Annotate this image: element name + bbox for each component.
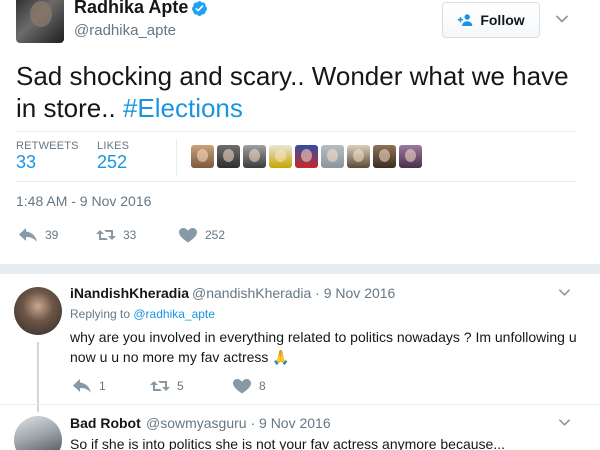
liker-avatar[interactable] (269, 145, 292, 168)
follow-person-plus-icon (458, 14, 473, 26)
verified-badge-icon (192, 1, 207, 16)
liker-avatar[interactable] (295, 145, 318, 168)
tweet-text-body: Sad shocking and scary.. Wonder what we … (16, 61, 569, 123)
follow-button[interactable]: Follow (442, 2, 540, 38)
reply-icon (73, 379, 91, 393)
author-avatar[interactable] (16, 0, 64, 43)
reply-avatar[interactable] (14, 416, 62, 450)
liker-avatar[interactable] (373, 145, 396, 168)
tweet-text: Sad shocking and scary.. Wonder what we … (16, 60, 576, 124)
tweet-timestamp[interactable]: 1:48 AM - 9 Nov 2016 (16, 193, 151, 209)
divider (16, 131, 576, 132)
liker-avatar[interactable] (217, 145, 240, 168)
liker-avatar[interactable] (399, 145, 422, 168)
retweet-icon (150, 381, 170, 391)
retweet-count: 33 (123, 228, 137, 242)
reply-icon (19, 228, 37, 242)
chevron-down-icon[interactable] (558, 416, 571, 429)
retweet-button[interactable]: 5 (150, 378, 184, 394)
hashtag-link[interactable]: #Elections (123, 93, 243, 123)
liker-avatar[interactable] (243, 145, 266, 168)
reply-count: 39 (45, 228, 59, 242)
heart-icon (233, 379, 251, 394)
likes-label: LIKES (97, 140, 130, 152)
retweet-icon (96, 230, 116, 240)
reply-text: So if she is into politics she is not yo… (70, 436, 505, 450)
replying-to: Replying to @radhika_apte (70, 307, 215, 321)
author-name[interactable]: Radhika Apte (74, 0, 188, 18)
replying-to-link[interactable]: @radhika_apte (133, 307, 215, 321)
liker-avatar[interactable] (191, 145, 214, 168)
like-button[interactable]: 8 (232, 378, 266, 394)
like-count: 8 (259, 379, 266, 393)
reply-text: why are you involved in everything relat… (70, 329, 577, 365)
author-handle[interactable]: @radhika_apte (74, 22, 176, 39)
retweets-label: RETWEETS (16, 140, 79, 152)
reply-author-name[interactable]: Bad Robot (70, 415, 141, 431)
reply-handle-date[interactable]: @nandishKheradia · 9 Nov 2016 (192, 285, 395, 301)
reply-count: 1 (99, 379, 106, 393)
chevron-down-icon[interactable] (558, 286, 571, 299)
like-button[interactable]: 252 (178, 227, 225, 243)
follow-button-label: Follow (480, 12, 525, 28)
section-divider (0, 264, 600, 274)
liker-avatar[interactable] (347, 145, 370, 168)
divider (16, 181, 576, 182)
liker-avatars (191, 145, 422, 168)
reply-handle-date[interactable]: @sowmyasguru · 9 Nov 2016 (146, 415, 331, 431)
reply-button[interactable]: 1 (72, 378, 106, 394)
chevron-down-icon[interactable] (555, 12, 569, 26)
heart-icon (179, 228, 197, 243)
retweet-count: 5 (177, 379, 184, 393)
retweet-button[interactable]: 33 (96, 227, 136, 243)
reply-author-name[interactable]: iNandishKheradia (70, 285, 189, 301)
replying-to-prefix: Replying to (70, 307, 134, 321)
reply-avatar[interactable] (14, 287, 62, 335)
retweets-count[interactable]: 33 (16, 152, 36, 173)
reply-button[interactable]: 39 (18, 227, 58, 243)
stats-separator (176, 140, 177, 176)
divider (0, 404, 600, 405)
likes-count[interactable]: 252 (97, 152, 127, 173)
liker-avatar[interactable] (321, 145, 344, 168)
like-count: 252 (205, 228, 226, 242)
thread-line (37, 342, 39, 412)
